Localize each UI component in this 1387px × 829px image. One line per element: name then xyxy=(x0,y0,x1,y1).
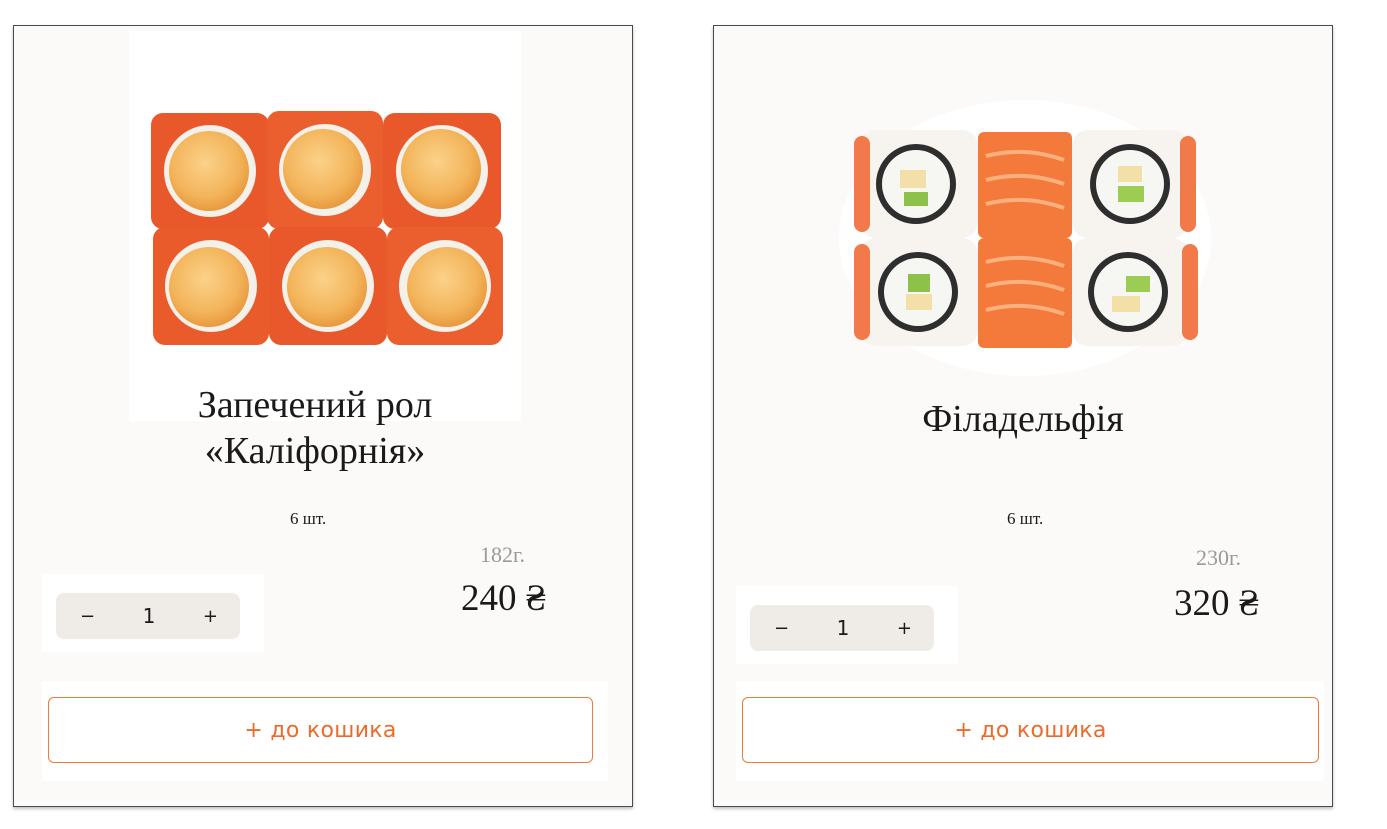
product-weight: 182г. xyxy=(480,542,526,567)
product-card-philadelphia: Філадельфія 6 шт. 230г. 320 ₴ − 1 + + до… xyxy=(713,25,1333,807)
product-title[interactable]: Запечений рол «Каліфорнія» xyxy=(6,382,624,474)
product-price: 320 ₴ xyxy=(1174,583,1260,624)
quantity-value: 1 xyxy=(142,604,156,628)
increase-quantity-button[interactable]: + xyxy=(897,618,912,639)
product-price: 240 ₴ xyxy=(461,578,547,619)
product-title-line-1: Запечений рол xyxy=(197,384,433,426)
product-title-line-2: «Каліфорнія» xyxy=(204,430,426,472)
quantity-area: − 1 + xyxy=(736,586,958,664)
quantity-stepper: − 1 + xyxy=(750,605,934,651)
pieces-count: 6 шт. xyxy=(1007,509,1044,528)
add-to-cart-area: + до кошика xyxy=(42,681,608,781)
add-to-cart-button[interactable]: + до кошика xyxy=(48,697,593,763)
add-to-cart-area: + до кошика xyxy=(736,681,1324,781)
decrease-quantity-button[interactable]: − xyxy=(774,618,789,639)
quantity-value: 1 xyxy=(836,616,850,640)
philadelphia-roll-photo[interactable] xyxy=(836,96,1214,380)
pieces-count: 6 шт. xyxy=(290,509,327,528)
product-title[interactable]: Філадельфія xyxy=(714,396,1332,442)
product-title-line-1: Філадельфія xyxy=(922,398,1124,440)
decrease-quantity-button[interactable]: − xyxy=(80,606,95,627)
quantity-area: − 1 + xyxy=(42,574,264,652)
baked-california-roll-photo[interactable] xyxy=(129,31,521,421)
add-to-cart-button[interactable]: + до кошика xyxy=(742,697,1319,763)
product-card-california: Запечений рол «Каліфорнія» 6 шт. 182г. 2… xyxy=(13,25,633,807)
quantity-stepper: − 1 + xyxy=(56,593,240,639)
product-weight: 230г. xyxy=(1196,545,1242,570)
increase-quantity-button[interactable]: + xyxy=(203,606,218,627)
